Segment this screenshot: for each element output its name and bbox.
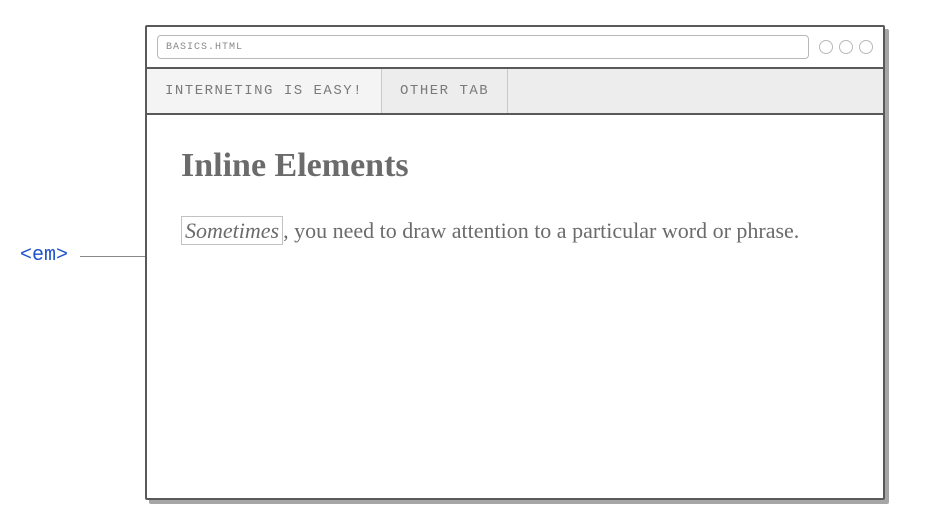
address-bar-text: BASICS.HTML [166, 42, 243, 53]
browser-window: BASICS.HTML INTERNETING IS EASY! OTHER T… [145, 25, 885, 500]
em-tag-annotation: <em> [20, 244, 68, 267]
page-heading: Inline Elements [181, 147, 849, 185]
tab-label: OTHER TAB [400, 83, 489, 99]
window-button-1[interactable] [819, 40, 833, 54]
paragraph-rest: , you need to draw attention to a partic… [283, 218, 799, 243]
window-controls [819, 40, 873, 54]
tab-label: INTERNETING IS EASY! [165, 83, 363, 99]
tab-interneting-is-easy[interactable]: INTERNETING IS EASY! [147, 69, 382, 113]
paragraph: Sometimes, you need to draw attention to… [181, 213, 821, 248]
window-button-3[interactable] [859, 40, 873, 54]
em-element: Sometimes [181, 216, 283, 245]
window-button-2[interactable] [839, 40, 853, 54]
browser-titlebar: BASICS.HTML [147, 27, 883, 69]
tab-other[interactable]: OTHER TAB [382, 69, 508, 113]
page-content: Inline Elements Sometimes, you need to d… [147, 115, 883, 498]
address-bar[interactable]: BASICS.HTML [157, 35, 809, 59]
tab-bar: INTERNETING IS EASY! OTHER TAB [147, 69, 883, 115]
